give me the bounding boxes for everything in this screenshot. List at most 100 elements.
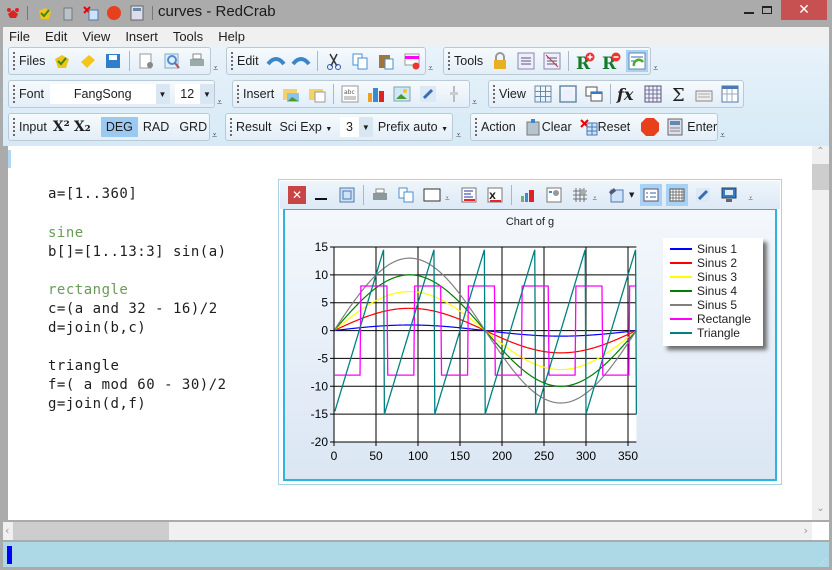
vertical-scroll-thumb[interactable] bbox=[812, 164, 829, 190]
chevron-down-icon[interactable]: ▼ bbox=[200, 84, 214, 104]
sigma-icon[interactable]: Σ bbox=[668, 83, 690, 105]
toolbar-grip[interactable] bbox=[475, 118, 477, 136]
stop-icon[interactable] bbox=[105, 4, 123, 22]
label-icon[interactable] bbox=[692, 184, 714, 206]
superscript-button[interactable]: X² bbox=[53, 119, 70, 135]
toolbar-overflow-button[interactable]: ⩡ bbox=[720, 131, 730, 141]
color-icon[interactable] bbox=[605, 184, 627, 206]
calculator-icon[interactable] bbox=[128, 4, 146, 22]
slider-icon[interactable] bbox=[443, 83, 465, 105]
print-icon[interactable] bbox=[369, 184, 391, 206]
remove-r-icon[interactable]: R bbox=[600, 50, 622, 72]
open-check-icon[interactable] bbox=[36, 4, 54, 22]
code-line[interactable]: c=(a and 32 - 16)/2 bbox=[48, 301, 218, 317]
export-x-icon[interactable]: X bbox=[484, 184, 506, 206]
code-line[interactable]: f=( a mod 60 - 30)/2 bbox=[48, 377, 227, 393]
table-icon[interactable] bbox=[642, 83, 664, 105]
resize-grip-icon[interactable]: ⋰ bbox=[819, 557, 827, 566]
picture-icon[interactable] bbox=[391, 83, 413, 105]
scroll-left-icon[interactable]: ‹ bbox=[5, 524, 9, 537]
subscript-button[interactable]: X₂ bbox=[74, 119, 91, 135]
text-box-icon[interactable]: abc bbox=[339, 83, 361, 105]
chart-settings-icon[interactable] bbox=[543, 184, 565, 206]
code-line[interactable]: g=join(d,f) bbox=[48, 396, 146, 412]
toolbar-overflow-button[interactable]: ⩡ bbox=[428, 64, 438, 74]
page-setup-icon[interactable] bbox=[135, 50, 157, 72]
attachment-icon[interactable] bbox=[417, 83, 439, 105]
paste-icon[interactable] bbox=[375, 50, 397, 72]
digits-select[interactable]: 3 ▼ bbox=[340, 117, 373, 137]
redo-icon[interactable] bbox=[290, 50, 312, 72]
toolbar-overflow-button[interactable]: ⩡ bbox=[213, 64, 223, 74]
grid-icon[interactable] bbox=[666, 184, 689, 206]
scroll-down-icon[interactable]: ⌄ bbox=[812, 503, 829, 520]
toolbar-grip[interactable] bbox=[493, 85, 495, 103]
insert-image-icon[interactable] bbox=[280, 83, 302, 105]
redcrab-logo-icon[interactable] bbox=[4, 4, 22, 22]
menu-edit[interactable]: Edit bbox=[45, 29, 67, 44]
toolbar-grip[interactable] bbox=[13, 118, 15, 136]
strike-lines-icon[interactable] bbox=[541, 50, 563, 72]
close-icon[interactable]: ✕ bbox=[288, 186, 306, 204]
add-r-icon[interactable]: R bbox=[574, 50, 596, 72]
toolbar-grip[interactable] bbox=[237, 85, 239, 103]
minimize-icon[interactable] bbox=[310, 184, 332, 206]
code-line[interactable]: b[]=[1..13:3] sin(a) bbox=[48, 244, 227, 260]
toolbar-grip[interactable] bbox=[13, 85, 15, 103]
comment-line[interactable]: triangle bbox=[48, 358, 119, 374]
menu-help[interactable]: Help bbox=[218, 29, 245, 44]
restore-icon[interactable] bbox=[336, 184, 358, 206]
clear-icon[interactable] bbox=[59, 4, 77, 22]
rad-button[interactable]: RAD bbox=[138, 117, 174, 137]
grd-button[interactable]: GRD bbox=[174, 117, 212, 137]
chevron-down-icon[interactable]: ▼ bbox=[155, 84, 170, 104]
toolbar-grip[interactable] bbox=[231, 52, 233, 70]
calendar-icon[interactable] bbox=[719, 83, 741, 105]
insert-document-icon[interactable] bbox=[306, 83, 328, 105]
screen-icon[interactable] bbox=[718, 184, 740, 206]
clear-button[interactable]: Clear bbox=[524, 118, 572, 136]
close-button[interactable]: ✕ bbox=[781, 0, 827, 20]
chart-icon[interactable] bbox=[365, 83, 387, 105]
scroll-up-icon[interactable]: ⌃ bbox=[812, 146, 829, 163]
menu-tools[interactable]: Tools bbox=[173, 29, 203, 44]
windows-icon[interactable] bbox=[583, 83, 605, 105]
sci-exp-dropdown[interactable]: Sci Exp ▼ bbox=[279, 120, 332, 134]
menu-view[interactable]: View bbox=[82, 29, 110, 44]
maximize-button[interactable] bbox=[752, 0, 782, 20]
enter-button[interactable]: Enter bbox=[666, 118, 717, 136]
toolbar-grip[interactable] bbox=[230, 118, 232, 136]
comment-line[interactable]: rectangle bbox=[48, 282, 128, 298]
toolbar-overflow-button[interactable]: ⩡ bbox=[217, 98, 227, 108]
code-line[interactable]: d=join(b,c) bbox=[48, 320, 146, 336]
cut-icon[interactable] bbox=[323, 50, 345, 72]
grid-icon[interactable] bbox=[532, 83, 554, 105]
delete-icon[interactable] bbox=[401, 50, 423, 72]
toolbar-overflow-button[interactable]: ⩡ bbox=[593, 194, 598, 204]
fx-icon[interactable]: fx bbox=[616, 83, 638, 105]
keyboard-icon[interactable] bbox=[694, 83, 716, 105]
lines-icon[interactable] bbox=[515, 50, 537, 72]
font-family-select[interactable]: FangSong ▼ bbox=[50, 84, 170, 104]
prefix-dropdown[interactable]: Prefix auto ▼ bbox=[378, 120, 448, 134]
font-size-select[interactable]: 12 ▼ bbox=[174, 84, 214, 104]
menu-file[interactable]: File bbox=[9, 29, 30, 44]
horizontal-scrollbar[interactable]: ‹ › bbox=[3, 522, 812, 540]
lock-icon[interactable] bbox=[489, 50, 511, 72]
toolbar-overflow-button[interactable]: ⩡ bbox=[212, 131, 222, 141]
toolbar-overflow-button[interactable]: ⩡ bbox=[748, 194, 753, 204]
toolbar-overflow-button[interactable]: ⩡ bbox=[472, 98, 482, 108]
print-icon[interactable] bbox=[186, 50, 208, 72]
copy-icon[interactable] bbox=[349, 50, 371, 72]
comment-line[interactable]: sine bbox=[48, 225, 84, 241]
export-icon[interactable] bbox=[458, 184, 480, 206]
print-preview-icon[interactable] bbox=[161, 50, 183, 72]
chart-type-icon[interactable] bbox=[517, 184, 539, 206]
toolbar-overflow-button[interactable]: ⩡ bbox=[445, 194, 450, 204]
refresh-table-icon[interactable] bbox=[626, 50, 648, 72]
chevron-down-icon[interactable]: ▼ bbox=[358, 117, 373, 137]
deg-button[interactable]: DEG bbox=[100, 117, 138, 137]
save-icon[interactable] bbox=[103, 50, 125, 72]
grid-settings-icon[interactable] bbox=[569, 184, 591, 206]
legend-icon[interactable] bbox=[640, 184, 663, 206]
